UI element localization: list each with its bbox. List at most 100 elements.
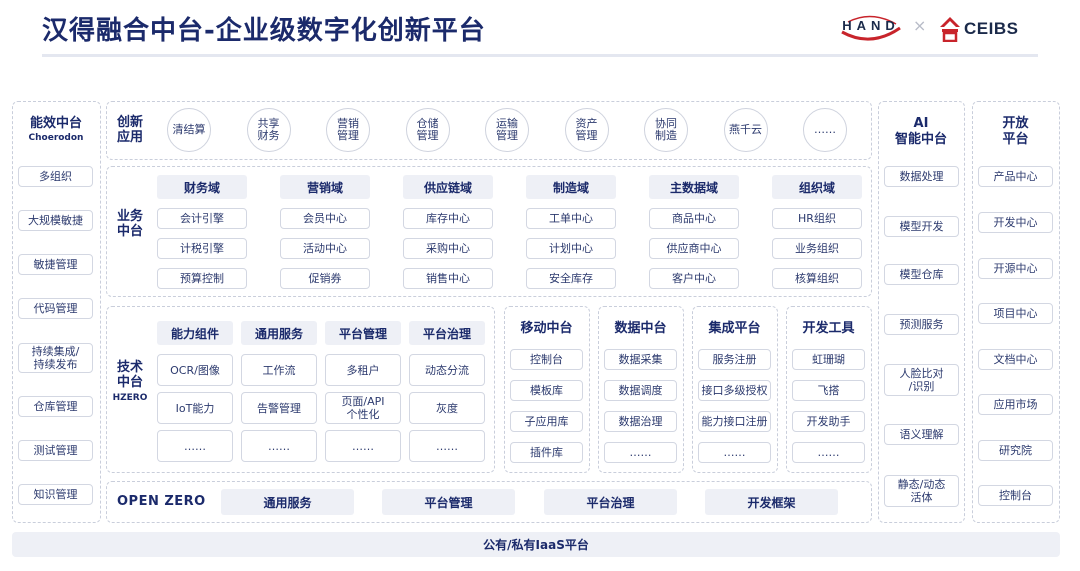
side-platform-item[interactable]: 数据调度	[604, 380, 677, 401]
side-platform-item[interactable]: ……	[792, 442, 865, 463]
technical-group-item[interactable]: 告警管理	[241, 392, 317, 424]
side-platform-panel: 数据中台 数据采集 数据调度 数据治理 ……	[598, 306, 684, 473]
open-zero-panel: OPEN ZERO 通用服务 平台管理 平台治理 开发框架	[106, 481, 872, 523]
innovation-app[interactable]: 共享 财务	[246, 108, 291, 152]
open-item[interactable]: 项目中心	[978, 303, 1053, 324]
open-zero-item[interactable]: 开发框架	[705, 489, 838, 515]
business-domain-item[interactable]: 会计引擎	[157, 208, 247, 229]
side-platform-item[interactable]: ……	[604, 442, 677, 463]
technical-group-item[interactable]: 灰度	[409, 392, 485, 424]
open-item[interactable]: 研究院	[978, 440, 1053, 461]
left-item[interactable]: 知识管理	[18, 484, 93, 505]
ai-item[interactable]: 人脸比对 /识别	[884, 364, 959, 396]
technical-group-item[interactable]: ……	[409, 430, 485, 462]
side-platform-item[interactable]: ……	[698, 442, 771, 463]
logo-separator: ×	[913, 16, 927, 35]
business-domain-item[interactable]: 活动中心	[280, 238, 370, 259]
side-platform-panel: 集成平台 服务注册 接口多级授权 能力接口注册 ……	[692, 306, 778, 473]
innovation-label: 创新 应用	[116, 115, 143, 145]
ceibs-emblem-icon	[940, 17, 960, 42]
innovation-panel: 创新 应用 清结算 共享 财务 营销 管理 仓储 管理 运输 管理 资产 管理 协同 制造燕…	[106, 101, 872, 160]
left-item[interactable]: 敏捷管理	[18, 254, 93, 275]
open-item[interactable]: 控制台	[978, 485, 1053, 506]
side-platform-item[interactable]: 控制台	[510, 349, 583, 370]
open-item[interactable]: 应用市场	[978, 394, 1053, 415]
open-zero-item[interactable]: 通用服务	[221, 489, 354, 515]
technical-group-item[interactable]: 多租户	[325, 354, 401, 386]
side-platform-item[interactable]: 开发助手	[792, 411, 865, 432]
open-item[interactable]: 文档中心	[978, 349, 1053, 370]
open-item[interactable]: 开源中心	[978, 258, 1053, 279]
innovation-app[interactable]: 营销 管理	[326, 108, 370, 152]
business-domain-item[interactable]: 预算控制	[157, 268, 247, 289]
side-platform-item[interactable]: 子应用库	[510, 411, 583, 432]
business-domain-item[interactable]: HR组织	[772, 208, 862, 229]
innovation-app[interactable]: 资产 管理	[564, 108, 609, 152]
ai-item[interactable]: 模型开发	[884, 216, 959, 237]
left-item[interactable]: 仓库管理	[18, 396, 93, 417]
left-item[interactable]: 持续集成/ 持续发布	[18, 343, 93, 373]
business-domain-item[interactable]: 销售中心	[403, 268, 493, 289]
side-platform-item[interactable]: 能力接口注册	[698, 411, 771, 432]
technical-group-item[interactable]: 工作流	[241, 354, 317, 386]
business-domain-header: 组织域	[772, 175, 862, 199]
side-platform-item[interactable]: 服务注册	[698, 349, 771, 370]
open-column-panel: 开放 平台 产品中心开发中心开源中心项目中心文档中心应用市场研究院控制台	[972, 101, 1060, 523]
business-domain-item[interactable]: 工单中心	[526, 208, 616, 229]
side-platform-item[interactable]: 数据治理	[604, 411, 677, 432]
technical-group-item[interactable]: ……	[241, 430, 317, 462]
innovation-app[interactable]: 运输 管理	[485, 108, 529, 152]
business-domain-item[interactable]: 库存中心	[403, 208, 493, 229]
left-item[interactable]: 代码管理	[18, 298, 93, 319]
technical-group-header: 平台治理	[409, 321, 485, 345]
side-platform-panel: 移动中台控制台模板库子应用库插件库	[504, 306, 590, 473]
ai-column-title: AI 智能中台	[894, 116, 947, 147]
ai-item[interactable]: 预测服务	[884, 314, 959, 335]
left-item[interactable]: 多组织	[18, 166, 93, 187]
side-platform-item[interactable]: 插件库	[510, 442, 583, 463]
business-domain-item[interactable]: 业务组织	[772, 238, 862, 259]
business-domain-item[interactable]: 采购中心	[403, 238, 493, 259]
open-column-title: 开放 平台	[1002, 116, 1029, 147]
ceibs-logo-text: CEIBS	[964, 19, 1019, 38]
business-domain-header: 供应链域	[403, 175, 493, 199]
open-zero-item[interactable]: 平台治理	[544, 489, 677, 515]
side-platform-item[interactable]: 模板库	[510, 380, 583, 401]
innovation-app[interactable]: 协同 制造	[644, 108, 688, 152]
technical-group-item[interactable]: 动态分流	[409, 354, 485, 386]
left-item[interactable]: 大规模敏捷	[18, 210, 93, 231]
side-platform-item[interactable]: 飞搭	[792, 380, 865, 401]
business-domain-item[interactable]: 核算组织	[772, 268, 862, 289]
business-domain-item[interactable]: 会员中心	[280, 208, 370, 229]
side-platform-item[interactable]: 虹珊瑚	[792, 349, 865, 370]
hand-logo: HAND	[836, 14, 906, 44]
ai-item[interactable]: 语义理解	[884, 424, 959, 445]
technical-group-item[interactable]: IoT能力	[157, 392, 233, 424]
innovation-app[interactable]: 清结算	[167, 108, 211, 152]
business-domain-item[interactable]: 促销券	[280, 268, 370, 289]
innovation-app[interactable]: 燕千云	[723, 108, 768, 152]
business-domain-item[interactable]: 商品中心	[649, 208, 739, 229]
technical-group-item[interactable]: OCR/图像	[157, 354, 233, 386]
business-domain-item[interactable]: 计税引擎	[157, 238, 247, 259]
page-title: 汉得融合中台-企业级数字化创新平台	[42, 16, 486, 46]
ai-item[interactable]: 静态/动态 活体	[884, 475, 959, 507]
open-zero-item[interactable]: 平台管理	[382, 489, 515, 515]
side-platform-title: 移动中台	[520, 321, 573, 336]
business-domain-item[interactable]: 安全库存	[526, 268, 616, 289]
left-item[interactable]: 测试管理	[18, 440, 93, 461]
innovation-app[interactable]: 仓储 管理	[405, 108, 450, 152]
open-item[interactable]: 产品中心	[978, 166, 1053, 187]
ai-item[interactable]: 模型仓库	[884, 264, 959, 285]
innovation-app[interactable]: ……	[803, 108, 847, 152]
side-platform-item[interactable]: 接口多级授权	[698, 380, 771, 401]
business-domain-item[interactable]: 供应商中心	[649, 238, 739, 259]
open-item[interactable]: 开发中心	[978, 212, 1053, 233]
business-domain-item[interactable]: 客户中心	[649, 268, 739, 289]
technical-group-item[interactable]: ……	[325, 430, 401, 462]
ai-item[interactable]: 数据处理	[884, 166, 959, 187]
business-domain-item[interactable]: 计划中心	[526, 238, 616, 259]
side-platform-item[interactable]: 数据采集	[604, 349, 677, 370]
technical-group-item[interactable]: 页面/API 个性化	[325, 392, 401, 424]
technical-group-item[interactable]: ……	[157, 430, 233, 462]
